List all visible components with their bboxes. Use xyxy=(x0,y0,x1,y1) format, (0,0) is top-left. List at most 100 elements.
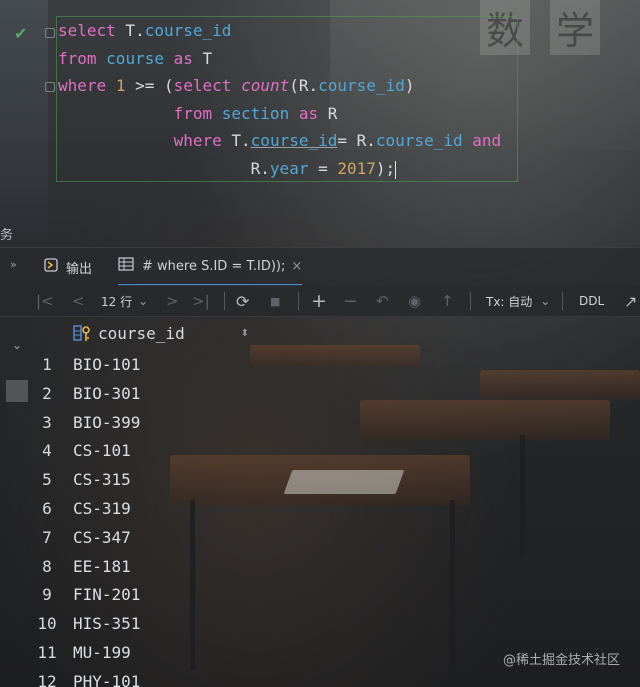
table-icon xyxy=(118,257,134,275)
first-page-button[interactable]: |< xyxy=(36,285,54,317)
tab-output[interactable]: 输出 xyxy=(44,248,92,286)
code-token: >= ( xyxy=(125,76,174,95)
watermark: @稀土掘金技术社区 xyxy=(502,653,620,668)
row-count-label: 12 行 xyxy=(101,294,133,309)
table-row[interactable]: 4 CS-101 xyxy=(30,436,290,465)
code-token: (R. xyxy=(289,76,319,95)
code-token: R. xyxy=(58,159,270,178)
cell-course-id[interactable]: BIO-101 xyxy=(73,355,140,374)
code-token: R xyxy=(318,104,338,123)
code-line[interactable]: select T.course_id xyxy=(58,20,231,42)
table-row[interactable]: 11 MU-199 xyxy=(30,638,290,667)
code-token: year xyxy=(269,159,309,178)
stop-button[interactable]: ■ xyxy=(270,285,280,317)
table-row[interactable]: 5 CS-315 xyxy=(30,465,290,494)
table-row[interactable]: 10 HIS-351 xyxy=(30,609,290,638)
table-row[interactable]: 2 BIO-301 xyxy=(30,379,290,408)
chevron-down-icon: ⌄ xyxy=(540,294,551,308)
code-token: = R. xyxy=(337,131,376,150)
row-number: 11 xyxy=(37,643,57,662)
code-line[interactable]: where T.course_id= R.course_id and xyxy=(58,130,502,152)
column-header-course-id[interactable]: course_id ⬍ xyxy=(64,318,259,348)
table-row[interactable]: 7 CS-347 xyxy=(30,523,290,552)
cell-course-id[interactable]: HIS-351 xyxy=(73,614,140,633)
toolbar-divider xyxy=(470,292,471,310)
results-tab-bar: » 输出 # where S.ID = T.ID)); × xyxy=(0,247,640,286)
close-icon[interactable]: × xyxy=(291,259,302,274)
table-row[interactable]: 9 FIN-201 xyxy=(30,580,290,609)
cell-course-id[interactable]: CS-101 xyxy=(73,441,131,460)
code-token: from xyxy=(173,104,213,123)
chevron-down-icon[interactable]: ⌄ xyxy=(12,338,22,352)
next-page-button[interactable]: > xyxy=(166,285,179,317)
table-row[interactable]: 8 EE-181 xyxy=(30,552,290,581)
sort-icon[interactable]: ⬍ xyxy=(241,328,249,339)
cell-course-id[interactable]: CS-319 xyxy=(73,499,131,518)
row-count-dropdown[interactable]: 12 行 ⌄ xyxy=(101,285,148,317)
expand-tabs-icon[interactable]: » xyxy=(10,258,17,271)
background-book xyxy=(283,470,405,494)
revert-button[interactable]: ↶ xyxy=(376,285,389,317)
fold-icon[interactable] xyxy=(45,28,55,38)
code-token: T xyxy=(192,49,213,68)
refresh-button[interactable]: ⟳ xyxy=(236,285,249,317)
cell-course-id[interactable]: BIO-399 xyxy=(73,413,140,432)
key-column-icon xyxy=(72,322,94,344)
background-desk xyxy=(360,400,610,440)
cell-course-id[interactable]: FIN-201 xyxy=(73,585,140,604)
background-desk xyxy=(480,370,640,400)
code-line[interactable]: from section as R xyxy=(58,103,338,125)
tab-result[interactable]: # where S.ID = T.ID)); × xyxy=(118,248,303,286)
remove-row-button[interactable]: − xyxy=(343,285,358,317)
table-row[interactable]: 12 PHY-101 xyxy=(30,667,290,687)
cell-course-id[interactable]: CS-315 xyxy=(73,470,131,489)
code-token: ); xyxy=(375,159,396,178)
code-token: as xyxy=(173,49,193,68)
previous-page-button[interactable]: < xyxy=(72,285,85,317)
check-icon: ✔ xyxy=(14,24,28,43)
cell-course-id[interactable]: CS-347 xyxy=(73,528,131,547)
ddl-button[interactable]: DDL xyxy=(579,285,604,317)
side-panel-label: 务 xyxy=(0,228,14,243)
open-external-button[interactable]: ↗ xyxy=(624,285,637,317)
sql-editor[interactable]: ✔ select T.course_id from course as T wh… xyxy=(0,14,640,194)
tab-result-label: # where S.ID = T.ID)); xyxy=(142,258,286,274)
code-token: course_id xyxy=(375,131,463,150)
fold-icon[interactable] xyxy=(45,82,55,92)
code-line[interactable]: R.year = 2017); xyxy=(58,158,397,180)
transaction-mode-label: Tx: 自动 xyxy=(486,294,533,309)
row-number: 12 xyxy=(37,671,57,687)
submit-button[interactable]: ↑ xyxy=(441,285,454,317)
output-icon xyxy=(44,258,58,276)
tab-output-label: 输出 xyxy=(66,261,93,277)
code-token: 2017 xyxy=(337,159,376,178)
text-caret xyxy=(395,160,397,179)
view-query-button[interactable]: ◉ xyxy=(408,285,421,317)
table-row[interactable]: 6 CS-319 xyxy=(30,494,290,523)
transaction-mode-dropdown[interactable]: Tx: 自动 ⌄ xyxy=(486,285,550,317)
row-selection-marker xyxy=(6,380,28,402)
code-line[interactable]: from course as T xyxy=(58,48,212,70)
code-line[interactable]: where 1 >= (select count(R.course_id) xyxy=(58,75,414,97)
row-number: 1 xyxy=(42,355,52,374)
cell-course-id[interactable]: PHY-101 xyxy=(73,672,140,687)
code-token: count xyxy=(241,76,290,95)
table-row[interactable]: 3 BIO-399 xyxy=(30,408,290,437)
code-token: where xyxy=(173,131,222,150)
add-row-button[interactable]: + xyxy=(311,285,327,317)
code-token: T. xyxy=(221,131,251,150)
table-row[interactable]: 1 BIO-101 xyxy=(30,350,290,379)
toolbar-divider xyxy=(298,292,299,310)
cell-course-id[interactable]: EE-181 xyxy=(73,557,131,576)
row-number: 4 xyxy=(42,441,52,461)
last-page-button[interactable]: >| xyxy=(192,285,210,317)
code-token: 1 xyxy=(115,76,126,95)
cell-course-id[interactable]: BIO-301 xyxy=(73,384,140,403)
row-number: 7 xyxy=(42,527,52,547)
cell-course-id[interactable]: MU-199 xyxy=(73,643,131,662)
code-token: select xyxy=(173,76,232,95)
row-number: 3 xyxy=(42,412,52,432)
